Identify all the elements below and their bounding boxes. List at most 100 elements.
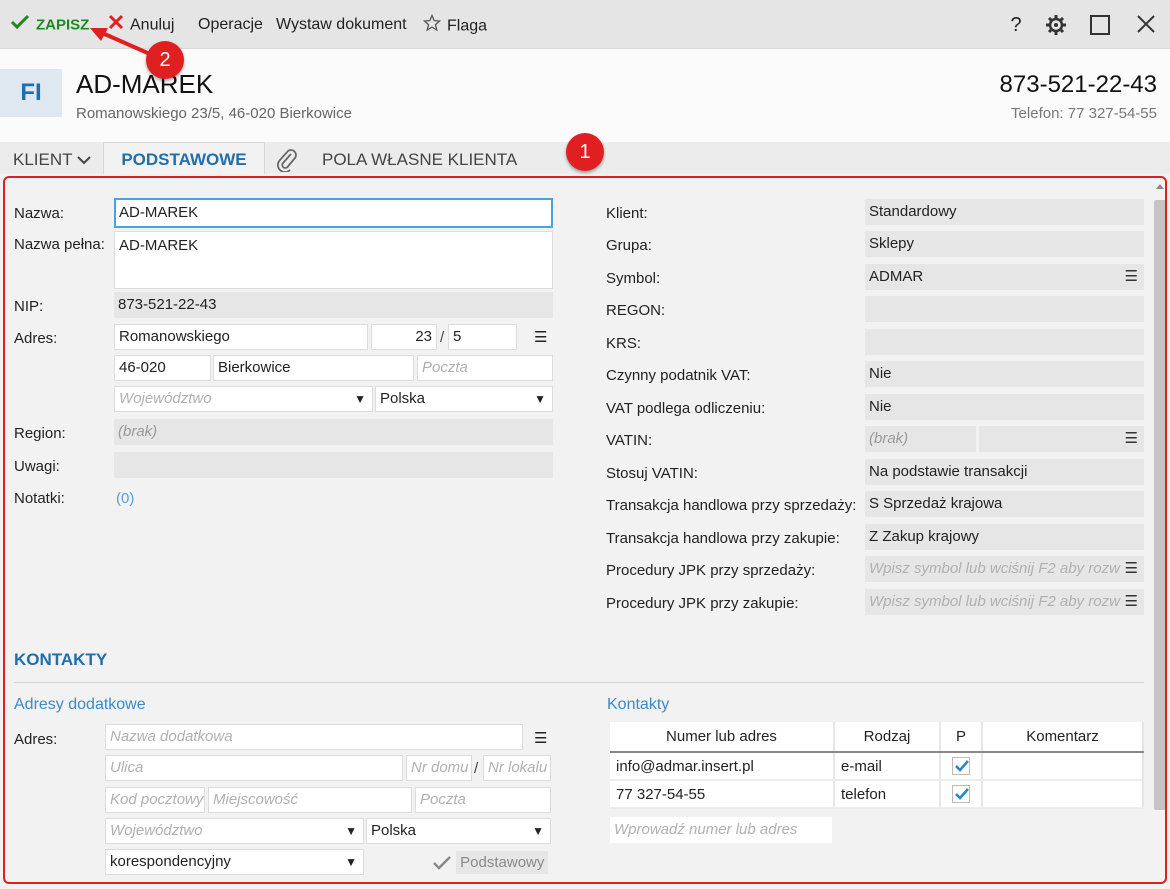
col-header-comment[interactable]: Komentarz [982, 722, 1144, 753]
group-field[interactable]: Sklepy [865, 231, 1144, 257]
col-header-primary[interactable]: P [940, 722, 983, 753]
symbol-field[interactable]: ADMAR ☰ [865, 264, 1144, 290]
menu-icon[interactable]: ☰ [1125, 264, 1138, 290]
sale-transaction-field[interactable]: S Sprzedaż krajowa [865, 491, 1144, 517]
address-slash: / [440, 329, 445, 346]
tab-custom-fields[interactable]: POLA WŁASNE KLIENTA [322, 150, 517, 170]
notes-label: Notatki: [14, 490, 65, 507]
extra-post-input[interactable]: Poczta [415, 787, 551, 813]
table-row[interactable]: info@admar.insert.pl e-mail [610, 752, 1144, 781]
house-number-input[interactable]: 23 [371, 324, 437, 350]
menu-icon[interactable]: ☰ [1120, 589, 1138, 615]
extra-house-input[interactable]: Nr domu [406, 755, 472, 781]
tab-client-label: KLIENT [13, 150, 73, 169]
toolbar: ZAPISZ Anuluj Operacje Wystaw dokument F… [0, 0, 1170, 49]
full-name-label: Nazwa pełna: [14, 236, 105, 253]
province-placeholder: Województwo [119, 390, 212, 407]
street-input[interactable]: Romanowskiego [114, 324, 368, 350]
menu-icon[interactable]: ☰ [534, 328, 547, 346]
primary-checkbox[interactable] [940, 752, 983, 781]
contact-value[interactable]: info@admar.insert.pl [610, 752, 835, 781]
tab-attachments[interactable] [276, 148, 298, 177]
settings-button[interactable] [1042, 12, 1070, 38]
chevron-down-icon: ▼ [354, 392, 366, 406]
vat-active-label: Czynny podatnik VAT: [606, 367, 751, 384]
remarks-input[interactable] [114, 452, 553, 478]
help-button[interactable]: ? [1002, 12, 1030, 38]
scrollbar[interactable] [1154, 200, 1166, 810]
col-header-number[interactable]: Numer lub adres [610, 722, 835, 753]
chevron-down-icon: ▼ [345, 855, 357, 869]
checkmark-icon [432, 854, 456, 871]
jpk-sale-input[interactable]: Wpisz symbol lub wciśnij F2 aby rozw ☰ [865, 556, 1144, 582]
city-input[interactable]: Bierkowice [213, 355, 414, 381]
postal-code-input[interactable]: 46-020 [114, 355, 211, 381]
symbol-label: Symbol: [606, 270, 661, 287]
new-contact-input[interactable]: Wprowadź numer lub adres [610, 817, 832, 843]
cancel-button[interactable]: Anuluj [108, 14, 174, 36]
jpk-sale-placeholder: Wpisz symbol lub wciśnij F2 aby rozw [869, 560, 1120, 577]
full-name-input[interactable]: AD-MAREK [114, 231, 553, 289]
extra-name-input[interactable]: Nazwa dodatkowa [105, 724, 523, 750]
extra-street-input[interactable]: Ulica [105, 755, 403, 781]
flat-number-input[interactable]: 5 [448, 324, 517, 350]
contact-value[interactable]: 77 327-54-55 [610, 780, 835, 809]
extra-province-select[interactable]: Województwo ▼ [105, 818, 364, 844]
flag-button[interactable]: Flaga [422, 13, 487, 36]
avatar: FI [0, 69, 62, 117]
province-select[interactable]: Województwo ▼ [114, 386, 373, 412]
contact-type[interactable]: e-mail [834, 752, 941, 781]
extra-province-placeholder: Województwo [110, 822, 203, 839]
country-select[interactable]: Polska ▼ [375, 386, 553, 412]
group-label: Grupa: [606, 237, 652, 254]
operations-button[interactable]: Operacje [198, 14, 263, 36]
default-address-checkbox[interactable]: Podstawowy [432, 851, 549, 874]
tab-basic[interactable]: PODSTAWOWE [103, 142, 265, 175]
jpk-purchase-input[interactable]: Wpisz symbol lub wciśnij F2 aby rozw ☰ [865, 589, 1144, 615]
table-row[interactable]: 77 327-54-55 telefon [610, 780, 1144, 809]
form-content: Nazwa: AD-MAREK Nazwa pełna: AD-MAREK NI… [0, 174, 1170, 889]
vatin-prefix-field[interactable]: (brak) [865, 426, 976, 452]
maximize-button[interactable] [1086, 12, 1114, 38]
menu-icon[interactable]: ☰ [534, 729, 547, 747]
extra-slash: / [474, 760, 479, 777]
col-header-type[interactable]: Rodzaj [834, 722, 941, 753]
table-header-row: Numer lub adres Rodzaj P Komentarz [610, 722, 1144, 753]
use-vatin-field[interactable]: Na podstawie transakcji [865, 459, 1144, 485]
contact-comment[interactable] [982, 752, 1144, 781]
menu-icon[interactable]: ☰ [1125, 426, 1138, 452]
client-type-field[interactable]: Standardowy [865, 199, 1144, 225]
vat-deductible-field[interactable]: Nie [865, 394, 1144, 420]
extra-country-select[interactable]: Polska ▼ [366, 818, 551, 844]
scroll-up-icon[interactable] [1156, 184, 1164, 189]
vatin-number-field[interactable]: ☰ [979, 426, 1144, 452]
post-office-input[interactable]: Poczta [417, 355, 553, 381]
region-input[interactable]: (brak) [114, 419, 553, 445]
contact-type[interactable]: telefon [834, 780, 941, 809]
regon-input[interactable] [865, 296, 1144, 322]
name-input[interactable]: AD-MAREK [114, 198, 553, 228]
purchase-transaction-field[interactable]: Z Zakup krajowy [865, 524, 1144, 550]
menu-icon[interactable]: ☰ [1120, 556, 1138, 582]
extra-flat-input[interactable]: Nr lokalu [483, 755, 551, 781]
extra-postal-input[interactable]: Kod pocztowy [105, 787, 205, 813]
nip-input[interactable]: 873-521-22-43 [114, 292, 553, 318]
checkbox-checked-icon [952, 757, 970, 776]
annotation-badge-1: 1 [566, 133, 604, 171]
krs-input[interactable] [865, 329, 1144, 355]
extra-city-input[interactable]: Miejscowość [208, 787, 412, 813]
vat-active-field[interactable]: Nie [865, 361, 1144, 387]
region-label: Region: [14, 425, 66, 442]
save-button[interactable]: ZAPISZ [10, 14, 89, 36]
use-vatin-label: Stosuj VATIN: [606, 465, 698, 482]
notes-link[interactable]: (0) [116, 490, 134, 507]
jpk-purchase-label: Procedury JPK przy zakupie: [606, 595, 799, 612]
close-window-button[interactable] [1132, 12, 1160, 38]
contact-comment[interactable] [982, 780, 1144, 809]
address-type-select[interactable]: korespondencyjny ▼ [105, 849, 364, 875]
issue-document-button[interactable]: Wystaw dokument [276, 14, 407, 36]
tab-client[interactable]: KLIENT [13, 150, 91, 170]
client-name: AD-MAREK [76, 69, 214, 99]
client-type-label: Klient: [606, 205, 648, 222]
primary-checkbox[interactable] [940, 780, 983, 809]
